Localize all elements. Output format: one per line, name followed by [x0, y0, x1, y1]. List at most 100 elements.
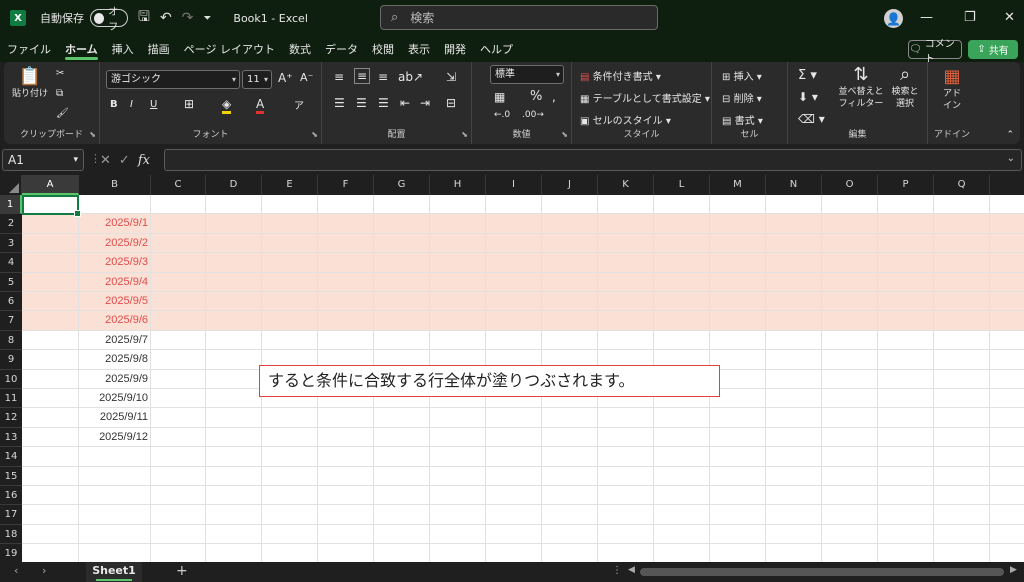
align-middle-icon[interactable]: ≡ — [354, 68, 371, 84]
dialog-launcher-icon[interactable]: ⬊ — [561, 130, 568, 139]
row-header[interactable]: 18 — [0, 524, 22, 545]
row-cells[interactable] — [22, 214, 1024, 234]
wrap-text-icon[interactable]: ⇲ — [446, 70, 456, 84]
row-header[interactable]: 9 — [0, 350, 22, 370]
column-header-b[interactable]: B — [79, 175, 151, 195]
cell-b[interactable] — [79, 505, 151, 524]
cell-b[interactable] — [79, 467, 151, 486]
tab-view[interactable]: 表示 — [401, 36, 437, 62]
decrease-indent-icon[interactable]: ⇤ — [400, 96, 410, 110]
add-sheet-icon[interactable]: + — [176, 563, 188, 579]
cell-b[interactable]: 2025/9/3 — [79, 253, 151, 272]
column-header-j[interactable]: J — [542, 175, 598, 195]
cell-b[interactable]: 2025/9/2 — [79, 234, 151, 253]
cell-b[interactable] — [79, 447, 151, 466]
percent-icon[interactable]: % — [530, 89, 542, 104]
row-header[interactable]: 2 — [0, 214, 22, 234]
tab-data[interactable]: データ — [318, 36, 365, 62]
row-header[interactable]: 17 — [0, 505, 22, 525]
sheet-tab-sheet1[interactable]: Sheet1 — [86, 562, 142, 582]
cell-b[interactable]: 2025/9/11 — [79, 408, 151, 427]
cell-b[interactable]: 2025/9/10 — [79, 389, 151, 408]
autosum-icon[interactable]: Σ ▾ — [798, 68, 817, 83]
expand-formula-icon[interactable]: ⌄ — [1007, 153, 1015, 164]
orientation-icon[interactable]: ab↗ — [398, 70, 423, 84]
font-color-icon[interactable]: A — [256, 97, 265, 114]
row-cells[interactable] — [22, 253, 1024, 273]
clear-icon[interactable]: ⌫ ▾ — [798, 112, 825, 126]
row-header[interactable]: 4 — [0, 253, 22, 273]
format-as-table-button[interactable]: ▦ テーブルとして書式設定 ▾ — [580, 90, 710, 105]
column-header-h[interactable]: H — [430, 175, 486, 195]
paste-button[interactable]: 📋 貼り付け — [10, 66, 50, 100]
dialog-launcher-icon[interactable]: ⬊ — [89, 130, 96, 139]
insert-cells-button[interactable]: ⊞ 挿入 ▾ — [722, 68, 762, 83]
row-cells[interactable] — [22, 292, 1024, 312]
row-cells[interactable] — [22, 408, 1024, 428]
undo-icon[interactable]: ↶ — [160, 10, 172, 26]
redo-icon[interactable]: ↷ — [182, 10, 194, 26]
merge-center-icon[interactable]: ⊟ — [446, 96, 456, 110]
row-cells[interactable] — [22, 505, 1024, 525]
underline-icon[interactable]: U — [150, 99, 157, 110]
cell-b[interactable] — [79, 544, 151, 562]
cell-b[interactable]: 2025/9/8 — [79, 350, 151, 369]
restore-icon[interactable]: ❐ — [964, 10, 976, 25]
borders-icon[interactable]: ⊞ — [184, 97, 194, 111]
cell-b[interactable] — [79, 525, 151, 544]
grow-font-icon[interactable]: A⁺ — [278, 71, 293, 85]
tab-insert[interactable]: 挿入 — [105, 36, 141, 62]
tab-file[interactable]: ファイル — [0, 36, 58, 62]
align-center-icon[interactable]: ☰ — [356, 96, 367, 110]
row-cells[interactable] — [22, 311, 1024, 331]
column-header-e[interactable]: E — [262, 175, 318, 195]
format-cells-button[interactable]: ▤ 書式 ▾ — [722, 112, 763, 127]
row-cells[interactable] — [22, 486, 1024, 506]
delete-cells-button[interactable]: ⊟ 削除 ▾ — [722, 90, 762, 105]
tab-review[interactable]: 校閲 — [365, 36, 401, 62]
column-header-f[interactable]: F — [318, 175, 374, 195]
formula-input[interactable]: ⌄ — [164, 149, 1022, 171]
column-header-m[interactable]: M — [710, 175, 766, 195]
row-cells[interactable] — [22, 331, 1024, 351]
cell-b[interactable]: 2025/9/12 — [79, 428, 151, 447]
column-header-p[interactable]: P — [878, 175, 934, 195]
addins-button[interactable]: ▦ アド イン — [932, 66, 972, 112]
worksheet-grid[interactable]: ABCDEFGHIJKLMNOPQ 1 2 2025/9/1 3 2025/9/2 4 20… — [0, 175, 1024, 562]
tab-developer[interactable]: 開発 — [437, 36, 473, 62]
row-header[interactable]: 14 — [0, 447, 22, 467]
prev-sheet-icon[interactable]: ‹ — [14, 564, 18, 577]
align-right-icon[interactable]: ☰ — [378, 96, 389, 110]
row-header[interactable]: 13 — [0, 427, 22, 448]
align-bottom-icon[interactable]: ≡ — [378, 70, 388, 84]
collapse-ribbon-icon[interactable]: ⌃ — [1006, 130, 1014, 140]
search-box[interactable]: ⌕ 検索 — [380, 5, 658, 30]
number-format-select[interactable]: 標準 ▾ — [490, 65, 564, 84]
cell-b[interactable]: 2025/9/7 — [79, 331, 151, 350]
column-header-o[interactable]: O — [822, 175, 878, 195]
row-header[interactable]: 1 — [0, 195, 22, 215]
cell-styles-button[interactable]: ▣ セルのスタイル ▾ — [580, 112, 671, 127]
name-box[interactable]: A1 ▾ — [2, 149, 84, 171]
more-options-icon[interactable]: ⋮ — [612, 565, 622, 576]
column-header-d[interactable]: D — [206, 175, 262, 195]
row-cells[interactable] — [22, 544, 1024, 562]
row-cells[interactable] — [22, 467, 1024, 486]
column-header-c[interactable]: C — [151, 175, 206, 195]
decrease-decimal-icon[interactable]: .00→ — [522, 110, 544, 120]
scroll-left-icon[interactable]: ◀ — [628, 565, 635, 575]
row-header[interactable]: 5 — [0, 272, 22, 292]
row-header[interactable]: 19 — [0, 544, 22, 562]
select-all-button[interactable] — [0, 175, 22, 195]
minimize-icon[interactable]: — — [920, 10, 933, 25]
cell-b[interactable] — [79, 486, 151, 505]
row-cells[interactable] — [22, 272, 1024, 292]
font-name-select[interactable]: 游ゴシック ▾ — [106, 70, 240, 89]
row-cells[interactable] — [22, 447, 1024, 467]
tab-draw[interactable]: 描画 — [141, 36, 177, 62]
font-size-select[interactable]: 11 ▾ — [242, 70, 272, 89]
fill-icon[interactable]: ⬇ ▾ — [798, 90, 818, 104]
shrink-font-icon[interactable]: A⁻ — [300, 71, 313, 84]
row-cells[interactable] — [22, 195, 1024, 215]
share-button[interactable]: ⇪ 共有 — [968, 40, 1018, 59]
